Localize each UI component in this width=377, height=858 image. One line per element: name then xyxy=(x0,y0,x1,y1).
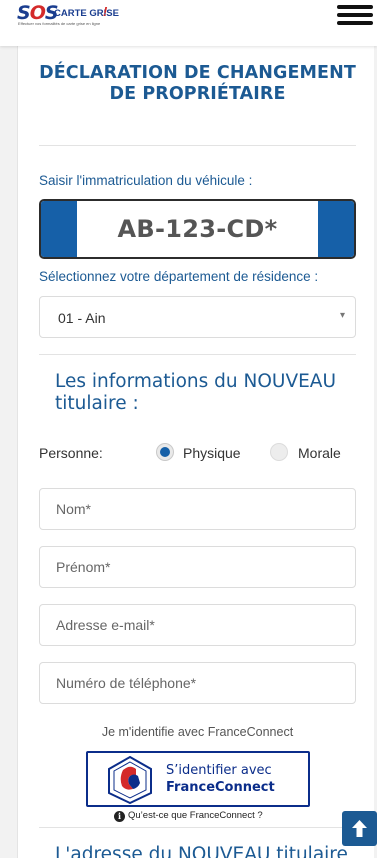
section-title-address: L'adresse du NOUVEAU titulaire xyxy=(55,844,348,858)
top-header: SOS CARTE GRISE ! Effectuer vos formalit… xyxy=(0,0,377,46)
plate-label: Saisir l'immatriculation du véhicule : xyxy=(39,173,253,188)
franceconnect-line2: FranceConnect xyxy=(166,780,275,795)
info-icon: i xyxy=(114,811,125,822)
divider xyxy=(39,354,356,355)
department-label: Sélectionnez votre département de réside… xyxy=(39,269,319,284)
plate-value: AB-123-CD* xyxy=(117,215,278,243)
chevron-down-icon: ▾ xyxy=(339,310,345,321)
radio-morale[interactable] xyxy=(270,443,288,461)
radio-morale-label[interactable]: Morale xyxy=(298,445,341,461)
phone-input[interactable] xyxy=(39,662,356,704)
email-input[interactable] xyxy=(39,604,356,646)
page-title: DÉCLARATION DE CHANGEMENT DE PROPRIÉTAIR… xyxy=(39,63,356,104)
scroll-top-button[interactable] xyxy=(342,811,377,846)
site-logo[interactable]: SOS CARTE GRISE ! Effectuer vos formalit… xyxy=(17,2,127,30)
prenom-input[interactable] xyxy=(39,546,356,588)
divider xyxy=(39,145,356,146)
franceconnect-icon xyxy=(108,756,152,804)
radio-physique-label[interactable]: Physique xyxy=(183,445,241,461)
radio-physique[interactable] xyxy=(156,443,174,461)
divider xyxy=(39,827,356,828)
nom-input[interactable] xyxy=(39,488,356,530)
logo-tagline: Effectuer vos formalités de carte grise … xyxy=(18,21,101,26)
plate-left-band xyxy=(41,201,77,257)
section-title-new-holder: Les informations du NOUVEAU titulaire : xyxy=(55,371,337,414)
form-card: DÉCLARATION DE CHANGEMENT DE PROPRIÉTAIR… xyxy=(17,46,374,858)
menu-icon[interactable] xyxy=(337,5,373,27)
franceconnect-line1: S’identifier avec xyxy=(166,763,272,778)
department-selected: 01 - Ain xyxy=(58,310,106,326)
arrow-up-icon xyxy=(352,820,367,837)
personne-label: Personne: xyxy=(39,445,103,461)
license-plate-input[interactable]: AB-123-CD* xyxy=(39,199,356,259)
department-select[interactable]: 01 - Ain ▾ xyxy=(39,296,356,338)
plate-right-band xyxy=(318,201,354,257)
logo-brand: CARTE GRISE xyxy=(54,8,119,19)
franceconnect-button[interactable]: S’identifier avec FranceConnect xyxy=(86,751,310,807)
franceconnect-caption: Je m'identifie avec FranceConnect xyxy=(101,725,294,739)
franceconnect-info-link[interactable]: i Qu’est-ce que FranceConnect ? xyxy=(114,810,263,822)
